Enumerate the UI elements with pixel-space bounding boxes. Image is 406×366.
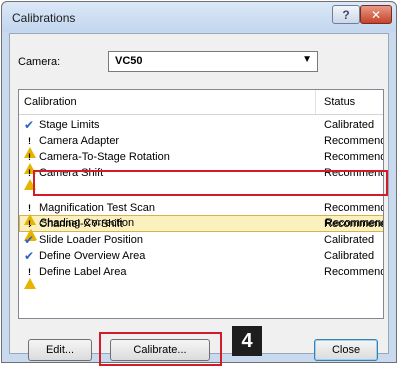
list-item-status: Recommended bbox=[324, 167, 383, 179]
checkmark-icon: ✔ bbox=[24, 118, 35, 132]
camera-select[interactable]: VC50 ▼ bbox=[108, 51, 318, 72]
dialog-client-area: Camera: VC50 ▼ Calibration Status ✔ Stage… bbox=[9, 33, 389, 354]
list-item[interactable]: Camera Shift Recommended bbox=[19, 166, 383, 190]
list-item-name: Stage Limits bbox=[39, 119, 100, 131]
warning-icon bbox=[24, 266, 36, 289]
list-item-name: Channel-XY-Shift bbox=[39, 218, 123, 230]
list-item[interactable]: Define Label Area Recommended bbox=[19, 265, 383, 289]
list-item-name: Define Label Area bbox=[39, 266, 127, 278]
close-button[interactable]: Close bbox=[314, 339, 378, 361]
title-bar: Calibrations ? ✕ bbox=[2, 2, 396, 32]
window-close-button[interactable]: ✕ bbox=[360, 5, 392, 24]
list-item-status: Recommended bbox=[324, 202, 383, 214]
warning-icon bbox=[24, 202, 36, 225]
warning-icon bbox=[24, 135, 36, 158]
list-item-name: Camera Shift bbox=[39, 167, 104, 179]
help-icon: ? bbox=[342, 7, 350, 22]
calibrate-button-label: Calibrate... bbox=[133, 344, 187, 356]
list-item-status: Calibrated bbox=[324, 250, 375, 262]
list-item-status: Recommended bbox=[324, 266, 383, 278]
column-divider[interactable] bbox=[315, 90, 316, 114]
help-button[interactable]: ? bbox=[332, 5, 360, 24]
calibrations-dialog: Calibrations ? ✕ Camera: VC50 ▼ Calibrat… bbox=[1, 1, 397, 363]
list-item-status: Recommended bbox=[324, 151, 383, 163]
camera-value: VC50 bbox=[115, 55, 143, 67]
step-number-badge: 4 bbox=[232, 326, 262, 356]
list-item-status: Recommended bbox=[324, 218, 383, 230]
checkmark-icon: ✔ bbox=[24, 249, 35, 263]
list-item[interactable]: ✔ Define Overview Area Calibrated bbox=[19, 249, 383, 263]
column-header-calibration[interactable]: Calibration bbox=[24, 96, 77, 108]
camera-label: Camera: bbox=[18, 56, 61, 68]
calibrate-button[interactable]: Calibrate... bbox=[110, 339, 210, 361]
checkmark-icon: ✔ bbox=[24, 233, 35, 247]
list-item[interactable]: Magnification Test Scan Recommended bbox=[19, 201, 383, 225]
list-item[interactable]: Channel-XY-Shift Recommended bbox=[19, 217, 383, 241]
column-header-status[interactable]: Status bbox=[324, 96, 355, 108]
list-item[interactable]: ✔ Stage Limits Calibrated bbox=[19, 118, 383, 132]
list-item[interactable]: ✔ Slide Loader Position Calibrated bbox=[19, 233, 383, 247]
list-item-name: Slide Loader Position bbox=[39, 234, 143, 246]
list-item[interactable]: Camera Adapter Recommended bbox=[19, 134, 383, 158]
list-item-status: Recommended bbox=[324, 135, 383, 147]
list-item-status: Calibrated bbox=[324, 119, 375, 131]
edit-button-label: Edit... bbox=[45, 344, 75, 356]
list-item-name: Define Overview Area bbox=[39, 250, 146, 262]
warning-icon bbox=[24, 167, 36, 190]
warning-icon bbox=[24, 218, 36, 241]
dialog-title: Calibrations bbox=[12, 11, 76, 25]
list-item-status: Calibrated bbox=[324, 234, 375, 246]
list-header: Calibration Status bbox=[19, 90, 383, 115]
close-icon: ✕ bbox=[370, 7, 382, 22]
warning-icon bbox=[24, 151, 36, 174]
edit-button[interactable]: Edit... bbox=[28, 339, 92, 361]
chevron-down-icon: ▼ bbox=[302, 54, 312, 65]
close-button-label: Close bbox=[331, 344, 361, 356]
list-item-name: Camera Adapter bbox=[39, 135, 120, 147]
list-item-name: Camera-To-Stage Rotation bbox=[39, 151, 170, 163]
list-item[interactable]: Camera-To-Stage Rotation Recommended bbox=[19, 150, 383, 174]
list-item-name: Magnification Test Scan bbox=[39, 202, 155, 214]
calibration-list[interactable]: Calibration Status ✔ Stage Limits Calibrat… bbox=[18, 89, 384, 319]
